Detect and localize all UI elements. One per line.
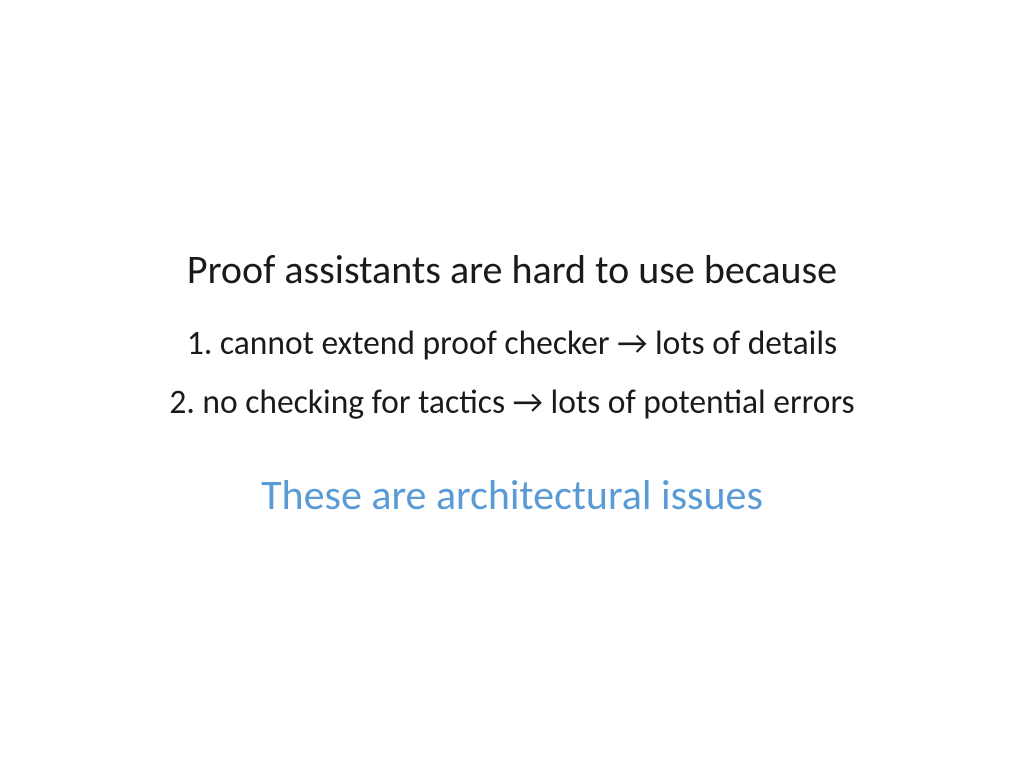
bullet-point-1: 1. cannot extend proof checker → lots of… <box>0 322 1024 363</box>
conclusion-text: These are architectural issues <box>0 470 1024 521</box>
slide-content: Proof assistants are hard to use because… <box>0 0 1024 768</box>
slide-heading: Proof assistants are hard to use because <box>0 245 1024 294</box>
bullet-point-2: 2. no checking for tactics → lots of pot… <box>0 381 1024 422</box>
